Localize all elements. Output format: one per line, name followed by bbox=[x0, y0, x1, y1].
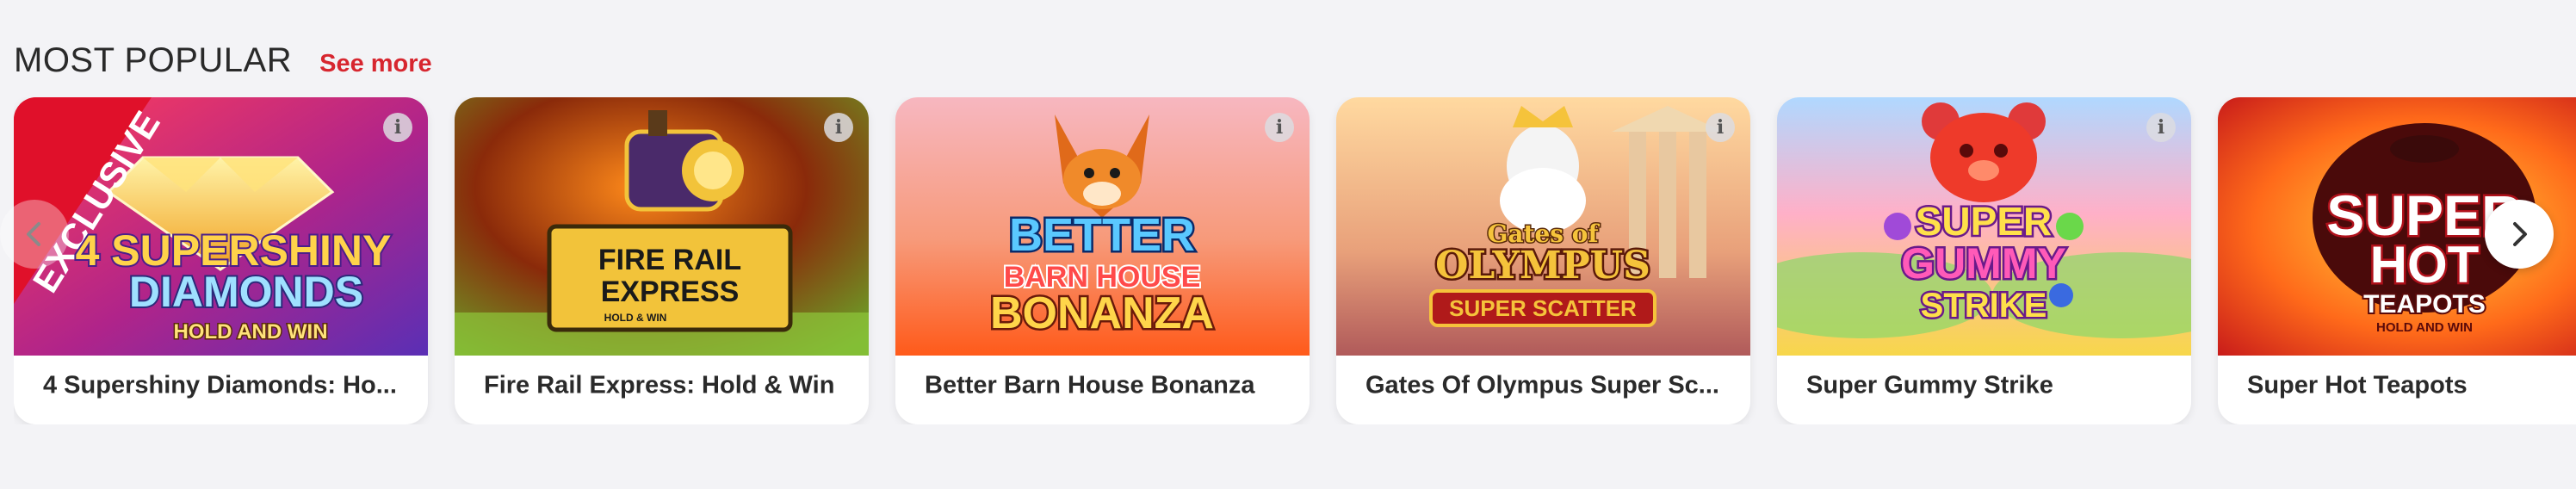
game-thumbnail[interactable]: EXCLUSIVE 4 SUPERSHINY DIAMONDS HOLD AND… bbox=[14, 97, 428, 356]
svg-text:DIAMONDS: DIAMONDS bbox=[129, 268, 363, 316]
svg-text:BETTER: BETTER bbox=[1009, 209, 1195, 261]
game-title: Gates Of Olympus Super Sc... bbox=[1365, 371, 1719, 399]
game-card[interactable]: EXCLUSIVE 4 SUPERSHINY DIAMONDS HOLD AND… bbox=[14, 97, 428, 424]
see-more-link[interactable]: See more bbox=[319, 50, 432, 78]
game-title: Super Hot Teapots bbox=[2247, 371, 2468, 399]
svg-text:TEAPOTS: TEAPOTS bbox=[2363, 290, 2486, 319]
svg-text:HOT: HOT bbox=[2370, 236, 2480, 294]
game-thumbnail[interactable]: FIRE RAIL EXPRESS HOLD & WIN i bbox=[455, 97, 869, 356]
svg-text:EXPRESS: EXPRESS bbox=[601, 275, 740, 308]
game-thumbnail[interactable]: SUPER GUMMY STRIKE i bbox=[1777, 97, 2191, 356]
svg-text:SUPER: SUPER bbox=[1916, 199, 2052, 244]
chevron-left-icon bbox=[27, 222, 40, 246]
most-popular-section: MOST POPULAR See more EXCLUSIVE 4 SUPERS… bbox=[0, 0, 2576, 489]
info-icon[interactable]: i bbox=[2146, 113, 2176, 142]
info-icon[interactable]: i bbox=[383, 113, 412, 142]
carousel-next-button[interactable] bbox=[2485, 200, 2554, 269]
info-icon[interactable]: i bbox=[1706, 113, 1735, 142]
game-title: Fire Rail Express: Hold & Win bbox=[484, 371, 835, 399]
svg-text:BONANZA: BONANZA bbox=[990, 288, 1214, 338]
game-thumbnail[interactable]: BETTER BARN HOUSE BONANZA i bbox=[895, 97, 1310, 356]
game-card[interactable]: BETTER BARN HOUSE BONANZA i Better Barn … bbox=[895, 97, 1310, 424]
game-card[interactable]: Gates of OLYMPUS SUPER SCATTER i Gates O… bbox=[1336, 97, 1750, 424]
svg-text:FIRE RAIL: FIRE RAIL bbox=[598, 244, 741, 276]
game-card[interactable]: SUPER GUMMY STRIKE i Super Gummy Strike bbox=[1777, 97, 2191, 424]
svg-text:HOLD AND WIN: HOLD AND WIN bbox=[2376, 320, 2473, 335]
section-header: MOST POPULAR See more bbox=[14, 41, 432, 80]
section-title: MOST POPULAR bbox=[14, 41, 293, 79]
svg-text:STRIKE: STRIKE bbox=[1921, 287, 2047, 325]
game-card[interactable]: FIRE RAIL EXPRESS HOLD & WIN i Fire Rail… bbox=[455, 97, 869, 424]
carousel-prev-button[interactable] bbox=[0, 200, 69, 269]
game-title: Better Barn House Bonanza bbox=[925, 371, 1255, 399]
game-title: 4 Supershiny Diamonds: Ho... bbox=[43, 371, 397, 399]
svg-text:HOLD AND WIN: HOLD AND WIN bbox=[173, 320, 327, 344]
info-icon[interactable]: i bbox=[1265, 113, 1294, 142]
svg-text:HOLD & WIN: HOLD & WIN bbox=[604, 312, 667, 324]
game-title: Super Gummy Strike bbox=[1806, 371, 2053, 399]
game-carousel: EXCLUSIVE 4 SUPERSHINY DIAMONDS HOLD AND… bbox=[14, 97, 2576, 424]
info-icon[interactable]: i bbox=[824, 113, 853, 142]
svg-text:GUMMY: GUMMY bbox=[1901, 239, 2066, 288]
game-thumbnail[interactable]: Gates of OLYMPUS SUPER SCATTER i bbox=[1336, 97, 1750, 356]
svg-text:OLYMPUS: OLYMPUS bbox=[1435, 244, 1650, 288]
svg-text:SUPER SCATTER: SUPER SCATTER bbox=[1449, 295, 1637, 321]
chevron-right-icon bbox=[2513, 222, 2527, 246]
